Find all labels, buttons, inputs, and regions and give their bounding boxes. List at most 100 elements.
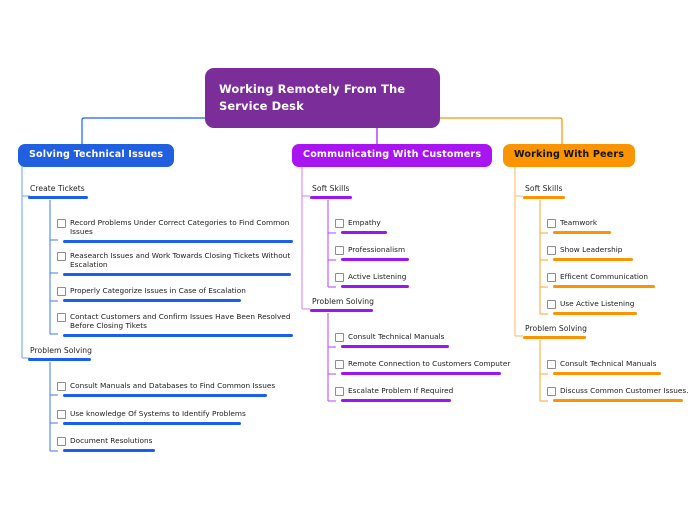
branch-header-communicating-with-customers[interactable]: Communicating With Customers [292, 144, 493, 167]
group-label: Create Tickets [30, 184, 85, 193]
list-item[interactable]: Empathy [335, 218, 515, 235]
list-item[interactable]: Consult Manuals and Databases to Find Co… [57, 381, 293, 398]
list-item-label: Empathy [348, 218, 381, 227]
list-item[interactable]: Use Active Listening [547, 299, 692, 316]
item-underline [553, 285, 655, 289]
list-item-label: Use knowledge Of Systems to Identify Pro… [70, 409, 246, 418]
checkbox-icon[interactable] [547, 387, 556, 396]
list-item-label: Show Leadership [560, 245, 623, 254]
group-underline [28, 195, 88, 199]
item-underline [63, 394, 267, 398]
list-item[interactable]: Consult Technical Manuals [547, 359, 692, 376]
list-item[interactable]: Professionalism [335, 245, 515, 262]
branch-header-working-with-peers[interactable]: Working With Peers [503, 144, 636, 167]
list-item-label: Active Listening [348, 272, 407, 281]
item-underline [63, 239, 293, 244]
list-item[interactable]: Remote Connection to Customers Computer [335, 359, 515, 376]
list-item[interactable]: Use knowledge Of Systems to Identify Pro… [57, 409, 293, 426]
checkbox-icon[interactable] [335, 387, 344, 396]
list-item-label: Teamwork [560, 218, 598, 227]
group-label: Problem Solving [30, 346, 93, 355]
checkbox-icon[interactable] [335, 273, 344, 282]
item-underline [63, 299, 241, 303]
list-item[interactable]: Show Leadership [547, 245, 692, 262]
list-item[interactable]: Consult Technical Manuals [335, 332, 515, 349]
list-item-label: Efficent Communication [560, 272, 649, 281]
checkbox-icon[interactable] [547, 360, 556, 369]
checkbox-icon[interactable] [335, 219, 344, 228]
item-underline [341, 372, 501, 376]
list-item-label: Professionalism [348, 245, 406, 254]
list-item-label: Use Active Listening [560, 299, 635, 308]
branch-label: Solving Technical Issues [29, 149, 164, 160]
mindmap-canvas: Working Remotely From The Service Desk S… [0, 0, 696, 520]
group-underline [310, 195, 352, 199]
branch-header-solving-technical-issues[interactable]: Solving Technical Issues [18, 144, 175, 167]
list-item-label: Properly Categorize Issues in Case of Es… [70, 286, 246, 295]
checkbox-icon[interactable] [57, 313, 66, 322]
checkbox-icon[interactable] [57, 382, 66, 391]
checkbox-icon[interactable] [57, 219, 66, 228]
item-underline [553, 372, 661, 376]
list-item[interactable]: Efficent Communication [547, 272, 692, 289]
item-underline [553, 312, 637, 316]
list-item-label: Consult Manuals and Databases to Find Co… [70, 381, 276, 390]
list-item-label: Escalate Problem If Required [348, 386, 454, 395]
list-item[interactable]: Document Resolutions [57, 436, 293, 453]
list-item-label: Record Problems Under Correct Categories… [70, 218, 290, 237]
list-item[interactable]: Properly Categorize Issues in Case of Es… [57, 286, 293, 303]
list-item-label: Document Resolutions [70, 436, 153, 445]
list-item-label: Consult Technical Manuals [348, 332, 445, 341]
list-item-label: Reasearch Issues and Work Towards Closin… [70, 251, 291, 270]
group-underline [28, 357, 91, 361]
group-soft-skills-customers[interactable]: Soft Skills [310, 185, 410, 199]
group-problem-solving-customers[interactable]: Problem Solving [310, 298, 410, 312]
checkbox-icon[interactable] [57, 410, 66, 419]
list-item-label: Discuss Common Customer Issues. [560, 386, 689, 395]
group-create-tickets[interactable]: Create Tickets [28, 185, 128, 199]
item-underline [553, 399, 683, 403]
group-label: Soft Skills [312, 184, 350, 193]
list-item[interactable]: Escalate Problem If Required [335, 386, 515, 403]
group-label: Soft Skills [525, 184, 563, 193]
item-underline [341, 285, 409, 289]
group-underline [523, 335, 586, 339]
item-underline [341, 345, 449, 349]
checkbox-icon[interactable] [547, 273, 556, 282]
checkbox-icon[interactable] [57, 437, 66, 446]
checkbox-icon[interactable] [547, 300, 556, 309]
branch-label: Communicating With Customers [303, 149, 482, 160]
group-label: Problem Solving [525, 324, 588, 333]
list-item[interactable]: Active Listening [335, 272, 515, 289]
list-item[interactable]: Discuss Common Customer Issues. [547, 386, 692, 403]
item-underline [63, 272, 291, 277]
item-underline [553, 258, 633, 262]
checkbox-icon[interactable] [335, 360, 344, 369]
root-node[interactable]: Working Remotely From The Service Desk [205, 68, 440, 129]
root-title: Working Remotely From The Service Desk [219, 82, 406, 113]
group-problem-solving-technical[interactable]: Problem Solving [28, 347, 128, 361]
list-item[interactable]: Contact Customers and Confirm Issues Hav… [57, 312, 293, 338]
group-underline [310, 308, 373, 312]
item-underline [341, 399, 451, 403]
item-underline [63, 422, 241, 426]
checkbox-icon[interactable] [57, 252, 66, 261]
group-soft-skills-peers[interactable]: Soft Skills [523, 185, 623, 199]
group-problem-solving-peers[interactable]: Problem Solving [523, 325, 623, 339]
branch-label: Working With Peers [514, 149, 625, 160]
checkbox-icon[interactable] [335, 333, 344, 342]
list-item[interactable]: Reasearch Issues and Work Towards Closin… [57, 251, 293, 277]
checkbox-icon[interactable] [57, 287, 66, 296]
group-label: Problem Solving [312, 297, 375, 306]
list-item-label: Contact Customers and Confirm Issues Hav… [70, 312, 291, 331]
checkbox-icon[interactable] [547, 246, 556, 255]
checkbox-icon[interactable] [335, 246, 344, 255]
item-underline [553, 231, 611, 235]
list-item-label: Remote Connection to Customers Computer [348, 359, 511, 368]
item-underline [341, 231, 387, 235]
list-item[interactable]: Teamwork [547, 218, 692, 235]
item-underline [63, 449, 155, 453]
group-underline [523, 195, 565, 199]
list-item[interactable]: Record Problems Under Correct Categories… [57, 218, 293, 244]
checkbox-icon[interactable] [547, 219, 556, 228]
